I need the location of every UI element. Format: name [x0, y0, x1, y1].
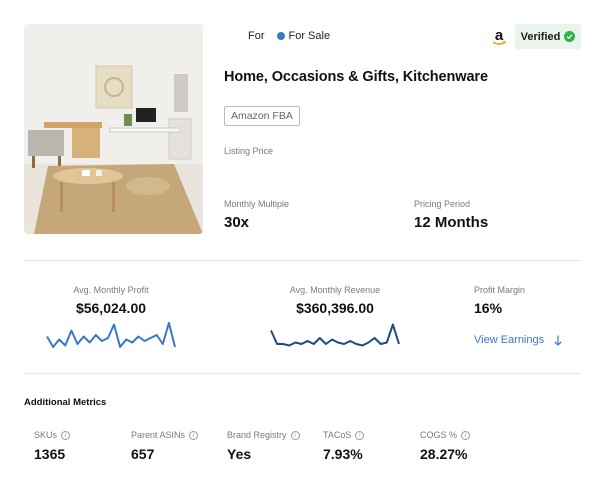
avg-monthly-revenue: Avg. Monthly Revenue $360,396.00 — [268, 285, 402, 316]
profit-margin: Profit Margin 16% — [474, 285, 525, 316]
pricing-period-value: 12 Months — [414, 214, 489, 231]
metric-label: TACoS — [323, 430, 352, 440]
revenue-sparkline-line — [270, 323, 400, 347]
profit-margin-value: 16% — [474, 300, 503, 316]
living-room-photo — [24, 24, 203, 234]
check-circle-icon — [564, 31, 576, 42]
revenue-sparkline — [270, 323, 400, 347]
info-icon[interactable]: i — [461, 430, 471, 440]
metric-value: 657 — [131, 446, 155, 462]
status-text: For Sale — [288, 30, 331, 42]
listing-title: Home, Occasions & Gifts, Kitchenware — [224, 69, 488, 85]
metric-value: Yes — [227, 446, 252, 462]
metric-tacos: TACoS i 7.93% — [323, 430, 365, 462]
for-label: For — [248, 30, 265, 42]
amazon-logo-icon: a — [492, 27, 507, 45]
metric-label: Brand Registry — [227, 430, 287, 440]
profit-sparkline — [46, 322, 176, 348]
avg-monthly-profit-value: $56,024.00 — [75, 300, 147, 316]
metric-label: Parent ASINs — [131, 430, 186, 440]
profit-sparkline-line — [46, 322, 176, 348]
monthly-multiple-value: 30x — [224, 214, 250, 231]
metric-brand-registry: Brand Registry i Yes — [227, 430, 300, 462]
platform-tag: Amazon FBA — [224, 106, 300, 126]
metric-parent-asins: Parent ASINs i 657 — [131, 430, 199, 462]
avg-monthly-revenue-value: $360,396.00 — [296, 300, 374, 316]
listing-image[interactable] — [24, 24, 203, 234]
pricing-period-label: Pricing Period — [414, 199, 471, 209]
metric-value: 1365 — [34, 446, 66, 462]
listing-price-label: Listing Price — [224, 146, 274, 156]
monthly-multiple: Monthly Multiple 30x — [224, 199, 289, 231]
info-icon[interactable]: i — [355, 430, 365, 440]
avg-monthly-profit-label: Avg. Monthly Profit — [73, 285, 149, 295]
view-earnings-link[interactable]: View Earnings — [474, 334, 562, 346]
info-icon[interactable]: i — [189, 430, 199, 440]
listing-status: For For Sale — [248, 30, 330, 42]
avg-monthly-revenue-label: Avg. Monthly Revenue — [289, 285, 381, 295]
metric-value: 7.93% — [323, 446, 363, 462]
monthly-multiple-label: Monthly Multiple — [224, 199, 290, 209]
divider — [24, 260, 581, 261]
metric-skus: SKUs i 1365 — [34, 430, 71, 462]
avg-monthly-profit: Avg. Monthly Profit $56,024.00 — [44, 285, 178, 316]
profit-margin-label: Profit Margin — [474, 285, 526, 295]
info-icon[interactable]: i — [290, 430, 300, 440]
info-icon[interactable]: i — [61, 430, 71, 440]
arrow-down-icon — [554, 335, 562, 346]
metric-label: SKUs — [34, 430, 58, 440]
metric-value: 28.27% — [420, 446, 468, 462]
verified-label: Verified — [520, 30, 561, 43]
view-earnings-label: View Earnings — [474, 334, 545, 346]
metric-cogs: COGS % i 28.27% — [420, 430, 471, 462]
pricing-period: Pricing Period 12 Months — [414, 199, 488, 231]
verified-badge: Verified — [515, 24, 581, 49]
svg-text:a: a — [495, 27, 504, 44]
divider — [24, 373, 581, 374]
additional-metrics-heading: Additional Metrics — [24, 397, 107, 408]
metric-label: COGS % — [420, 430, 458, 440]
status-dot-icon — [276, 32, 285, 40]
